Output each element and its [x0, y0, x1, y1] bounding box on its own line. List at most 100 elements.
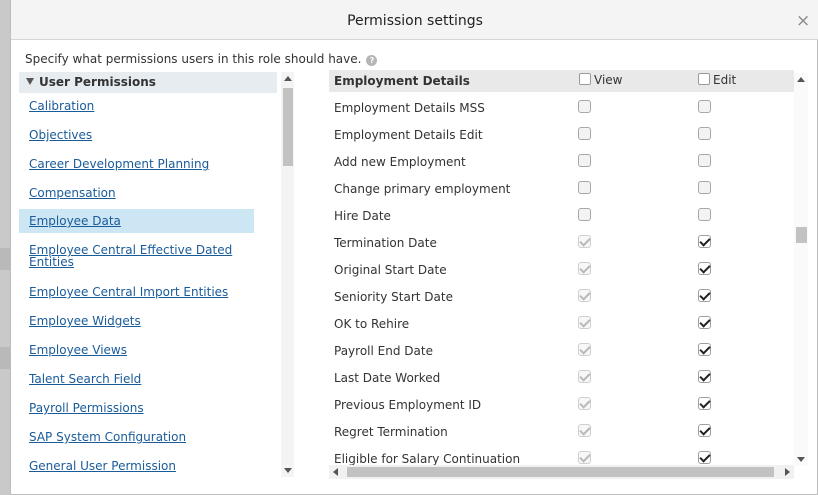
permission-label: Seniority Start Date: [334, 290, 453, 304]
permission-label: Employment Details Edit: [334, 128, 483, 142]
sidebar-item-objectives[interactable]: Objectives: [19, 129, 254, 141]
sidebar-item-employee-central-import-entities[interactable]: Employee Central Import Entities: [19, 286, 254, 298]
permission-label: OK to Rehire: [334, 317, 410, 331]
view-checkbox: [578, 370, 591, 383]
edit-checkbox[interactable]: [698, 100, 711, 113]
permission-label: Add new Employment: [334, 155, 466, 169]
view-checkbox[interactable]: [578, 100, 591, 113]
sidebar-item-general-user-permission[interactable]: General User Permission: [19, 460, 254, 472]
edit-all-checkbox[interactable]: [698, 73, 710, 85]
edit-checkbox[interactable]: [698, 424, 711, 437]
view-checkbox: [578, 343, 591, 356]
view-column-label: View: [594, 73, 623, 87]
instruction-label: Specify what permissions users in this r…: [25, 52, 362, 66]
permission-label: Payroll End Date: [334, 344, 433, 358]
view-checkbox[interactable]: [578, 154, 591, 167]
edit-checkbox[interactable]: [698, 262, 711, 275]
user-permissions-header[interactable]: User Permissions: [19, 72, 277, 93]
edit-checkbox[interactable]: [698, 370, 711, 383]
permission-label: Eligible for Salary Continuation: [334, 452, 521, 466]
scroll-up-arrow-icon[interactable]: [797, 77, 805, 82]
table-row: Change primary employment: [329, 175, 794, 202]
edit-checkbox[interactable]: [698, 289, 711, 302]
edit-checkbox[interactable]: [698, 343, 711, 356]
scroll-left-arrow-icon[interactable]: [333, 468, 338, 476]
view-checkbox: [578, 316, 591, 329]
table-row: Payroll End Date: [329, 337, 794, 364]
edit-checkbox[interactable]: [698, 316, 711, 329]
dialog-titlebar: Permission settings ×: [11, 0, 818, 40]
permission-detail-table: Employment Details View Edit Employment …: [323, 68, 811, 482]
collapse-triangle-icon[interactable]: [26, 78, 34, 85]
edit-checkbox[interactable]: [698, 208, 711, 221]
edit-checkbox[interactable]: [698, 154, 711, 167]
close-icon[interactable]: ×: [796, 13, 810, 30]
table-row: Termination Date: [329, 229, 794, 256]
table-row: Hire Date: [329, 202, 794, 229]
view-all-checkbox[interactable]: [579, 73, 591, 85]
sidebar-item-career-development-planning[interactable]: Career Development Planning: [19, 158, 254, 170]
right-vertical-scrollbar[interactable]: [794, 73, 808, 466]
edit-checkbox[interactable]: [698, 397, 711, 410]
view-checkbox[interactable]: [578, 127, 591, 140]
view-checkbox: [578, 235, 591, 248]
edit-checkbox[interactable]: [698, 127, 711, 140]
sidebar-item-employee-views[interactable]: Employee Views: [19, 344, 254, 356]
table-row: Regret Termination: [329, 418, 794, 445]
section-title: Employment Details: [334, 74, 470, 88]
table-row: Original Start Date: [329, 256, 794, 283]
view-checkbox: [578, 451, 591, 464]
permission-label: Change primary employment: [334, 182, 511, 196]
scroll-right-arrow-icon[interactable]: [785, 468, 790, 476]
scroll-up-arrow-icon[interactable]: [284, 76, 292, 81]
employment-details-header: Employment Details View Edit: [329, 70, 794, 92]
table-row: Previous Employment ID: [329, 391, 794, 418]
view-column-header[interactable]: View: [579, 73, 622, 87]
permission-category-list: User Permissions Calibration Objectives Ca…: [19, 72, 297, 477]
scrollbar-thumb[interactable]: [347, 467, 774, 477]
sidebar-item-calibration[interactable]: Calibration: [19, 100, 254, 112]
view-checkbox[interactable]: [578, 208, 591, 221]
permission-label: Regret Termination: [334, 425, 448, 439]
instruction-text: Specify what permissions users in this r…: [25, 52, 378, 66]
view-checkbox[interactable]: [578, 181, 591, 194]
scrollbar-thumb[interactable]: [283, 88, 293, 166]
edit-checkbox[interactable]: [698, 451, 711, 464]
table-row: Last Date Worked: [329, 364, 794, 391]
table-row: Add new Employment: [329, 148, 794, 175]
table-row: Seniority Start Date: [329, 283, 794, 310]
scroll-down-arrow-icon[interactable]: [284, 468, 292, 473]
sidebar-item-employee-widgets[interactable]: Employee Widgets: [19, 315, 254, 327]
table-row: OK to Rehire: [329, 310, 794, 337]
user-permissions-label: User Permissions: [39, 75, 156, 89]
table-row: Employment Details MSS: [329, 94, 794, 121]
permission-label: Hire Date: [334, 209, 391, 223]
permission-label: Last Date Worked: [334, 371, 441, 385]
permission-label: Termination Date: [334, 236, 437, 250]
edit-column-header[interactable]: Edit: [698, 73, 736, 87]
help-icon[interactable]: ?: [366, 55, 378, 66]
sidebar-item-employee-central-effective-dated-entities[interactable]: Employee Central Effective Dated Entitie…: [19, 244, 254, 268]
sidebar-item-employee-data[interactable]: Employee Data: [19, 209, 254, 233]
permission-label: Original Start Date: [334, 263, 447, 277]
dialog-title: Permission settings: [347, 13, 483, 29]
sidebar-item-talent-search-field[interactable]: Talent Search Field: [19, 373, 254, 385]
scrollbar-thumb[interactable]: [796, 227, 807, 243]
view-checkbox: [578, 397, 591, 410]
permission-label: Previous Employment ID: [334, 398, 482, 412]
view-checkbox: [578, 262, 591, 275]
edit-checkbox[interactable]: [698, 181, 711, 194]
left-vertical-scrollbar[interactable]: [281, 72, 294, 477]
edit-column-label: Edit: [713, 73, 737, 87]
sidebar-item-payroll-permissions[interactable]: Payroll Permissions: [19, 402, 254, 414]
sidebar-item-sap-system-configuration[interactable]: SAP System Configuration: [19, 431, 254, 443]
edit-checkbox[interactable]: [698, 235, 711, 248]
table-row: Employment Details Edit: [329, 121, 794, 148]
view-checkbox: [578, 424, 591, 437]
scroll-down-arrow-icon[interactable]: [797, 457, 805, 462]
horizontal-scrollbar[interactable]: [329, 465, 794, 479]
permission-settings-dialog: Permission settings × Specify what permi…: [10, 0, 818, 495]
permission-label: Employment Details MSS: [334, 101, 485, 115]
sidebar-item-compensation[interactable]: Compensation: [19, 187, 254, 199]
view-checkbox: [578, 289, 591, 302]
